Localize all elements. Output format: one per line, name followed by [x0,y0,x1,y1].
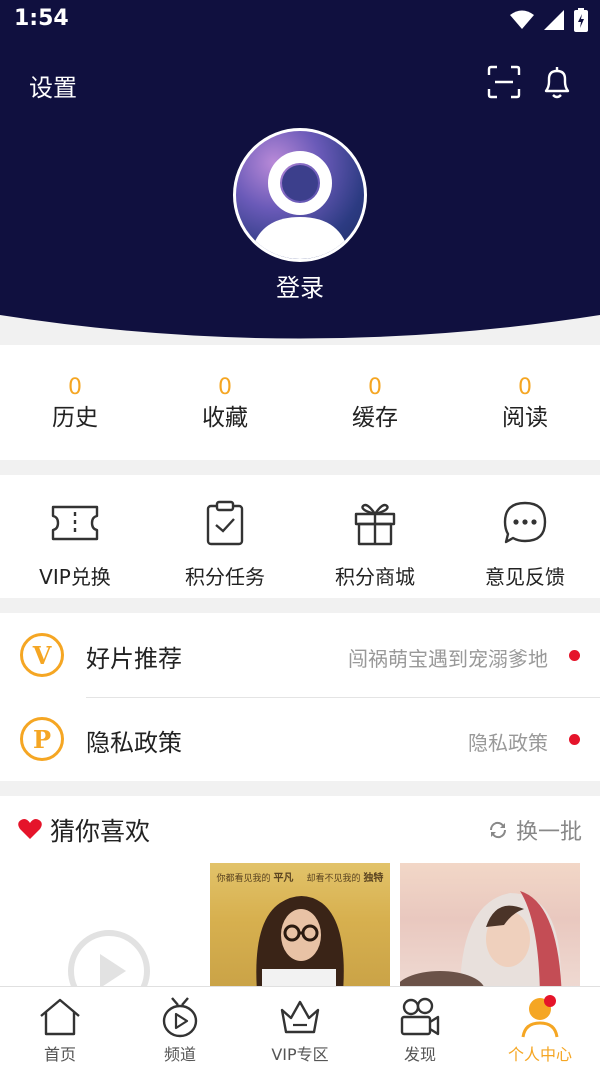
list-item-subtitle: 隐私政策 [468,731,548,755]
tab-channel[interactable]: 频道 [120,987,240,1066]
play-placeholder-icon[interactable] [68,930,150,986]
guess-you-like-section: 猜你喜欢 换一批 你都看见我的 平凡 却看不见我的 独特 [0,796,600,986]
tool-label: VIP兑换 [39,565,111,589]
tab-label: VIP专区 [271,1045,329,1064]
tab-discover[interactable]: 发现 [360,987,480,1066]
signal-icon [544,10,564,30]
video-poster[interactable]: 你都看见我的 平凡 却看不见我的 独特 [210,863,390,986]
tv-play-icon [162,997,198,1038]
camera-icon [400,997,440,1036]
gift-icon [354,503,396,546]
tool-label: 意见反馈 [485,565,565,589]
video-poster[interactable] [400,863,580,986]
stat-history[interactable]: 0 历史 [0,345,150,460]
bottom-tab-bar: 首页 频道 VIP专区 发现 个人中心 [0,986,600,1066]
wifi-icon [510,10,534,29]
stat-value: 0 [218,375,232,400]
tab-label: 发现 [403,1045,436,1064]
stats-row: 0 历史 0 收藏 0 缓存 0 阅读 [0,345,600,460]
points-mall-button[interactable]: 积分商城 [300,475,450,598]
tab-home[interactable]: 首页 [0,987,120,1066]
stat-label: 历史 [52,405,98,431]
clipboard-check-icon [206,500,244,546]
points-task-button[interactable]: 积分任务 [150,475,300,598]
stat-cache[interactable]: 0 缓存 [300,345,450,460]
bell-icon[interactable] [540,64,574,100]
stat-value: 0 [68,375,82,400]
ticket-icon [51,505,99,541]
refresh-label: 换一批 [515,820,582,845]
scan-icon[interactable] [486,64,522,100]
stat-label: 阅读 [502,405,548,431]
stat-label: 收藏 [202,405,248,431]
list-item-title: 好片推荐 [86,645,182,673]
stat-label: 缓存 [352,405,398,431]
refresh-icon [489,821,506,839]
login-button[interactable]: 登录 [0,268,600,303]
section-title: 猜你喜欢 [50,817,151,846]
list-item-title: 隐私政策 [86,729,182,757]
tool-label: 积分任务 [185,565,265,589]
user-avatar[interactable] [233,128,367,262]
poster-figure [256,896,344,986]
status-time: 1:54 [14,6,69,31]
crown-icon [280,1000,320,1034]
list-item-subtitle: 闯祸萌宝遇到宠溺爹地 [348,647,548,671]
notification-dot [569,650,580,661]
heart-icon [18,819,42,839]
stat-favorites[interactable]: 0 收藏 [150,345,300,460]
menu-list: V 好片推荐 闯祸萌宝遇到宠溺爹地 P 隐私政策 隐私政策 [0,613,600,781]
stat-value: 0 [518,375,532,400]
notification-dot [544,995,556,1007]
stat-reading[interactable]: 0 阅读 [450,345,600,460]
stat-value: 0 [368,375,382,400]
user-avatar-icon [250,151,350,259]
settings-button[interactable]: 设置 [29,68,77,103]
tab-label: 频道 [163,1045,196,1064]
tab-label: 首页 [43,1045,76,1064]
vip-badge-icon: V [20,633,64,677]
tab-vip[interactable]: VIP专区 [240,987,360,1066]
tab-label: 个人中心 [507,1045,572,1064]
policy-badge-icon: P [20,717,64,761]
vip-redeem-button[interactable]: VIP兑换 [0,475,150,598]
tool-label: 积分商城 [335,565,415,589]
list-item-recommend[interactable]: V 好片推荐 闯祸萌宝遇到宠溺爹地 [0,613,600,697]
home-icon [40,998,80,1036]
tab-profile[interactable]: 个人中心 [480,987,600,1066]
refresh-button[interactable]: 换一批 [488,814,582,846]
status-bar: 1:54 [0,0,600,40]
notification-dot [569,734,580,745]
poster-figure [400,891,562,986]
tools-grid: VIP兑换 积分任务 积分商城 意见反馈 [0,475,600,598]
chat-bubble-icon [503,501,547,544]
profile-header: 设置 登录 [0,40,600,345]
battery-icon [574,8,588,32]
feedback-button[interactable]: 意见反馈 [450,475,600,598]
list-item-privacy[interactable]: P 隐私政策 隐私政策 [0,697,600,781]
